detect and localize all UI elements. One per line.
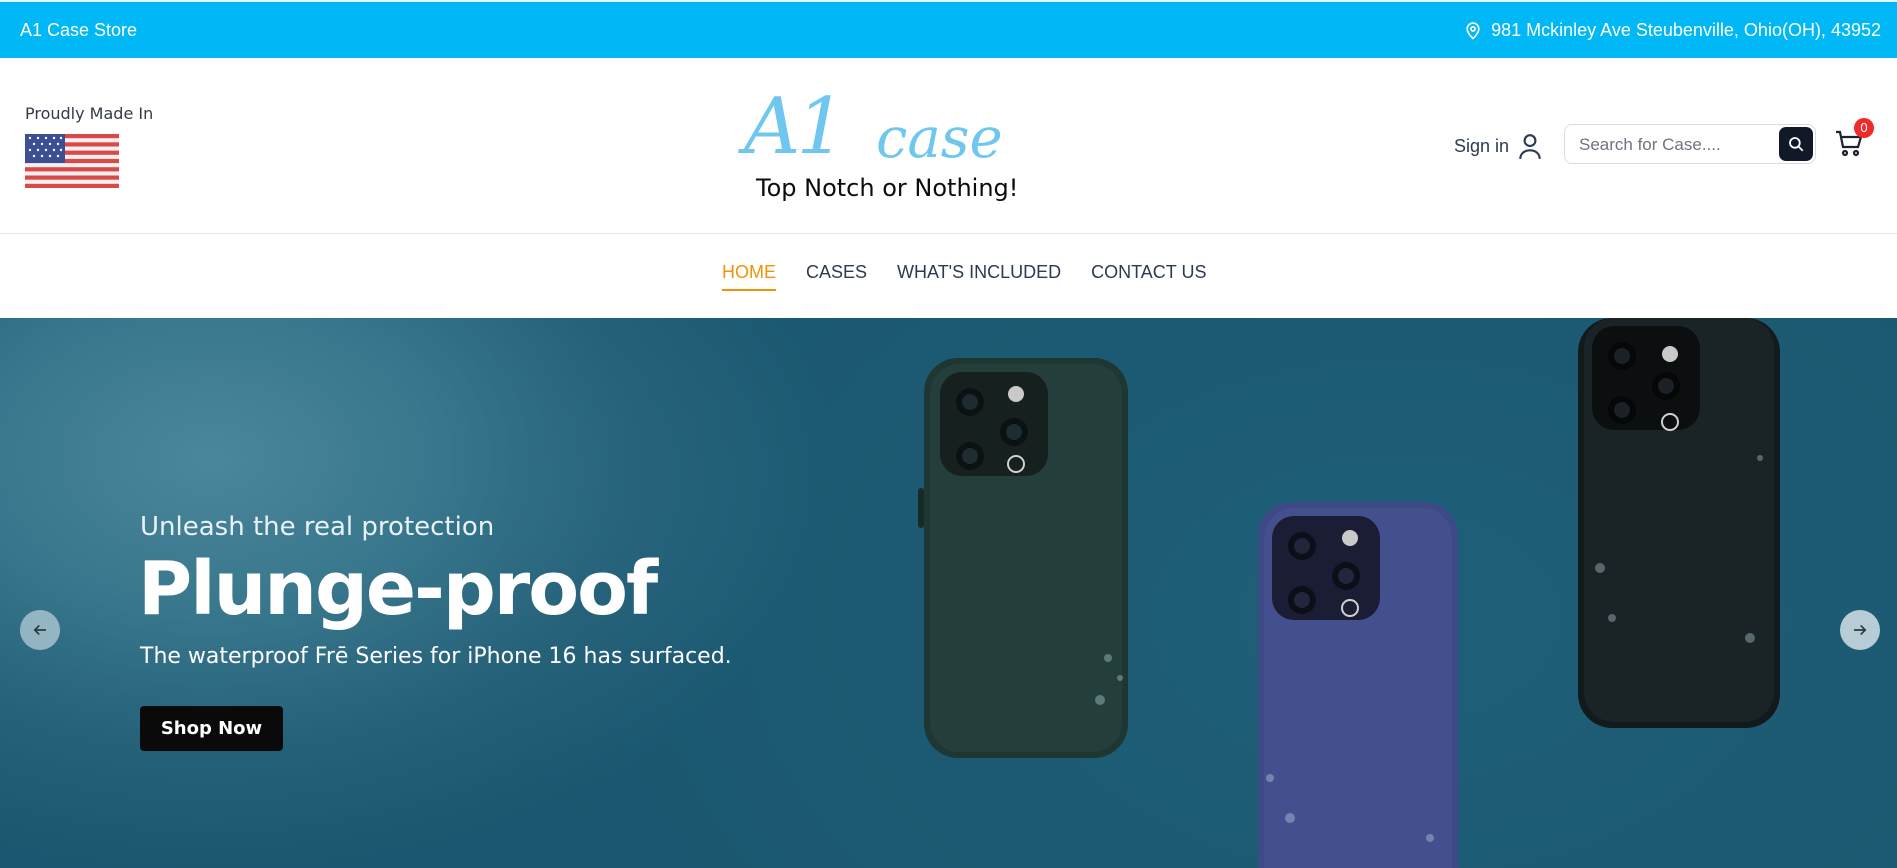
search-button[interactable] [1779,127,1813,161]
cart-count-badge: 0 [1854,118,1874,138]
site-header: Proudly Made In A1 case Top Notch or Not… [0,58,1897,234]
shop-now-button[interactable]: Shop Now [140,706,283,751]
nav-home[interactable]: HOME [722,262,776,291]
black-phone-image [1578,318,1780,728]
made-in-label: Proudly Made In [25,104,154,123]
top-bar: A1 Case Store 981 Mckinley Ave Steubenvi… [0,0,1897,58]
store-address[interactable]: 981 Mckinley Ave Steubenville, Ohio(OH),… [1463,20,1881,41]
nav-contact-us[interactable]: CONTACT US [1091,262,1206,291]
nav-cases[interactable]: CASES [806,262,867,291]
address-text: 981 Mckinley Ave Steubenville, Ohio(OH),… [1491,20,1881,40]
hero-eyebrow: Unleash the real protection [140,512,495,542]
carousel-next-button[interactable] [1840,610,1880,650]
main-nav: HOME CASES WHAT'S INCLUDED CONTACT US [0,234,1897,318]
tagline: Top Notch or Nothing! [756,174,1019,202]
hero-banner: Unleash the real protection Plunge-proof… [0,318,1897,868]
search-box [1564,124,1816,164]
user-icon [1519,134,1541,160]
sign-in-label: Sign in [1454,135,1510,156]
search-icon [1789,137,1804,152]
hero-title: Plunge-proof [138,546,658,632]
us-flag-icon [25,134,119,188]
arrow-left-icon [33,624,46,636]
logo-a1: A1 [744,82,846,172]
search-input[interactable] [1579,133,1769,157]
logo-case: case [876,106,1003,171]
carousel-prev-button[interactable] [20,610,60,650]
sign-in-link[interactable]: Sign in [1454,132,1543,160]
purple-phone-image [1258,502,1458,868]
hero-subtitle: The waterproof Frē Series for iPhone 16 … [140,644,732,669]
store-name[interactable]: A1 Case Store [20,20,137,41]
nav-whats-included[interactable]: WHAT'S INCLUDED [897,262,1061,291]
site-logo[interactable]: A1 case [740,82,1003,172]
location-pin-icon [1466,21,1480,40]
arrow-right-icon [1854,624,1867,636]
cart-button[interactable]: 0 [1834,118,1874,162]
